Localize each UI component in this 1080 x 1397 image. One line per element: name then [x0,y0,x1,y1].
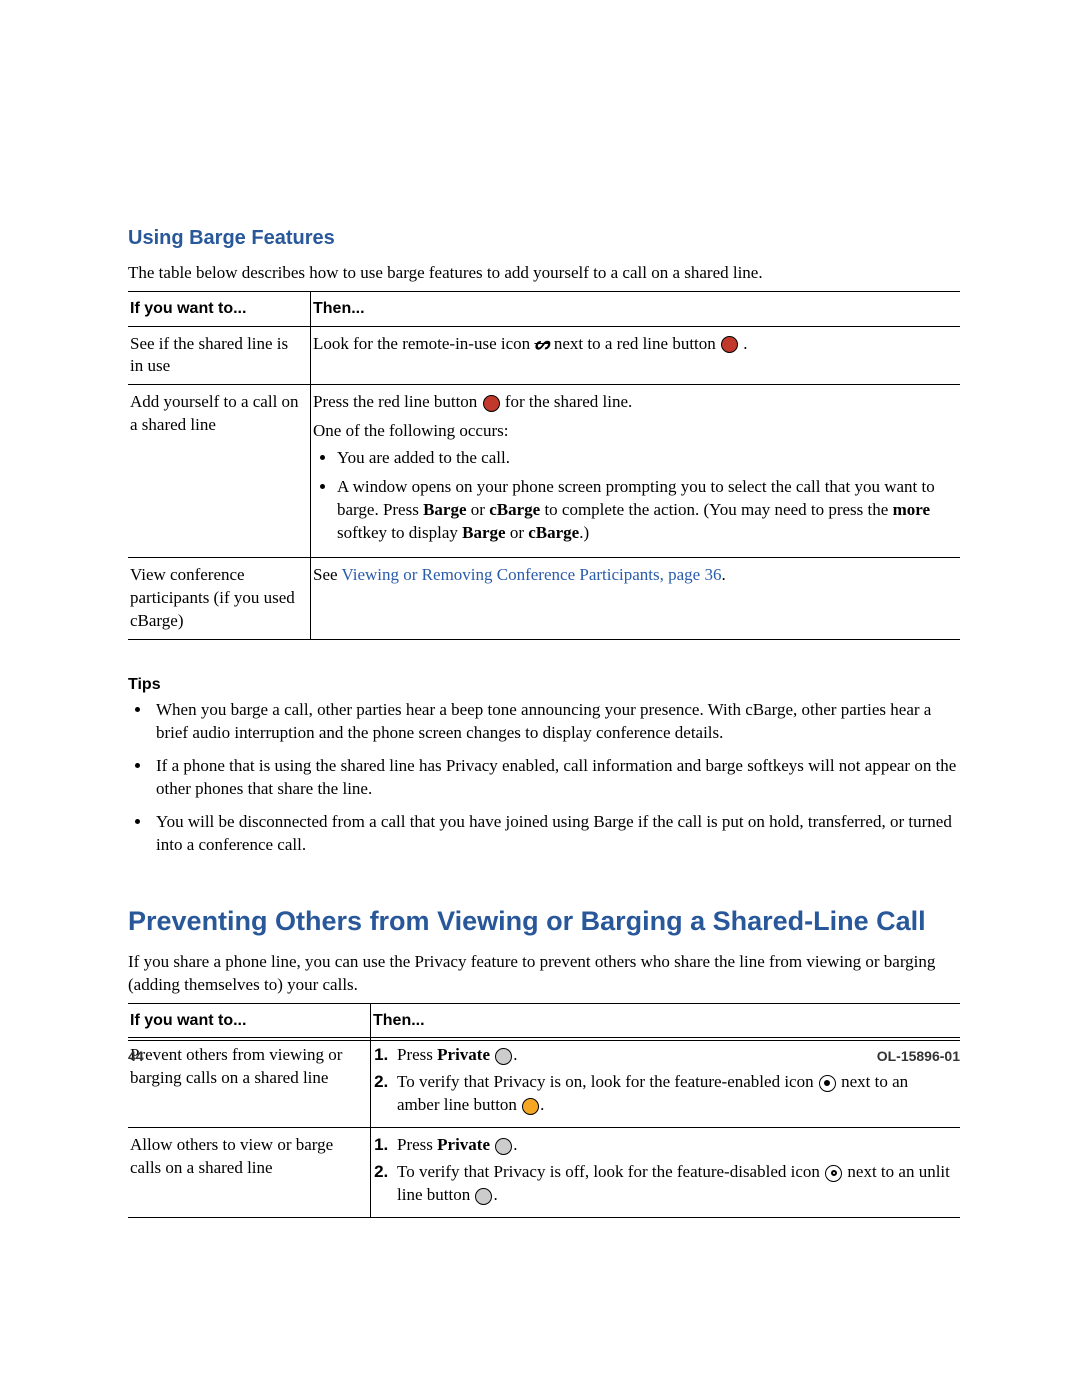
text: One of the following occurs: [313,420,952,443]
cell-r2c2: Press the red line button for the shared… [311,385,961,558]
intro-text-2: If you share a phone line, you can use t… [128,951,960,997]
barge-table: If you want to... Then... See if the sha… [128,291,960,640]
table-row: Allow others to view or barge calls on a… [128,1128,960,1218]
bold: Barge [462,523,505,542]
text: or [467,500,490,519]
remote-in-use-icon: ᔕ [534,333,549,356]
cell-p2c2: Press Private . To verify that Privacy i… [371,1128,961,1218]
unlit-line-button-icon [475,1188,492,1205]
list-item: A window opens on your phone screen prom… [337,476,952,545]
text: to complete the action. (You may need to… [540,500,892,519]
text: . [540,1095,544,1114]
list-item: To verify that Privacy is off, look for … [393,1161,952,1207]
text: Look for the remote-in-use icon [313,334,534,353]
bold: Private [437,1135,490,1154]
bold: cBarge [528,523,579,542]
text: To verify that Privacy is off, look for … [397,1162,824,1181]
red-line-button-icon [483,395,500,412]
cell-r3c2: See Viewing or Removing Conference Parti… [311,558,961,640]
text: To verify that Privacy is on, look for t… [397,1072,818,1091]
text [490,1135,494,1154]
cell-r1c1: See if the shared line is in use [128,326,311,385]
text: . [513,1135,517,1154]
intro-text-1: The table below describes how to use bar… [128,262,960,285]
list-item: When you barge a call, other parties hea… [152,699,960,745]
list-item: You are added to the call. [337,447,952,470]
text: next to a red line button [554,334,720,353]
cell-r3c1: View conference participants (if you use… [128,558,311,640]
text: .) [579,523,589,542]
table-row: See if the shared line is in use Look fo… [128,326,960,385]
cell-r2c1: Add yourself to a call on a shared line [128,385,311,558]
text: or [506,523,529,542]
text: See [313,565,342,584]
feature-enabled-icon [819,1075,836,1092]
steps-list: Press Private . To verify that Privacy i… [393,1134,952,1207]
th-then: Then... [371,1003,961,1038]
text: . [721,565,725,584]
privacy-table: If you want to... Then... Prevent others… [128,1003,960,1218]
bold: Barge [423,500,466,519]
text: softkey to display [337,523,462,542]
th-if: If you want to... [128,1003,371,1038]
text: Press [397,1135,437,1154]
text: for the shared line. [505,392,632,411]
feature-disabled-icon [825,1165,842,1182]
private-button-icon [495,1138,512,1155]
th-if: If you want to... [128,291,311,326]
red-line-button-icon [721,336,738,353]
bold: cBarge [489,500,540,519]
doc-id: OL-15896-01 [877,1047,960,1066]
heading-using-barge: Using Barge Features [128,225,960,252]
bold: more [893,500,930,519]
page: Using Barge Features The table below des… [0,0,1080,1397]
list-item: Press Private . [393,1134,952,1157]
list-item: If a phone that is using the shared line… [152,755,960,801]
footer: 44 OL-15896-01 [128,1040,960,1066]
text: . [493,1185,497,1204]
tips-heading: Tips [128,674,960,696]
tips-list: When you barge a call, other parties hea… [152,699,960,857]
inner-list: You are added to the call. A window open… [337,447,952,545]
cross-ref-link[interactable]: Viewing or Removing Conference Participa… [342,565,722,584]
cell-r1c2: Look for the remote-in-use icon ᔕ next t… [311,326,961,385]
text: . [743,334,747,353]
cell-p2c1: Allow others to view or barge calls on a… [128,1128,371,1218]
list-item: To verify that Privacy is on, look for t… [393,1071,952,1117]
th-then: Then... [311,291,961,326]
text: Press the red line button [313,392,482,411]
list-item: You will be disconnected from a call tha… [152,811,960,857]
table-row: Add yourself to a call on a shared line … [128,385,960,558]
table-row: View conference participants (if you use… [128,558,960,640]
amber-line-button-icon [522,1098,539,1115]
heading-preventing: Preventing Others from Viewing or Bargin… [128,905,960,939]
page-number: 44 [128,1047,144,1066]
